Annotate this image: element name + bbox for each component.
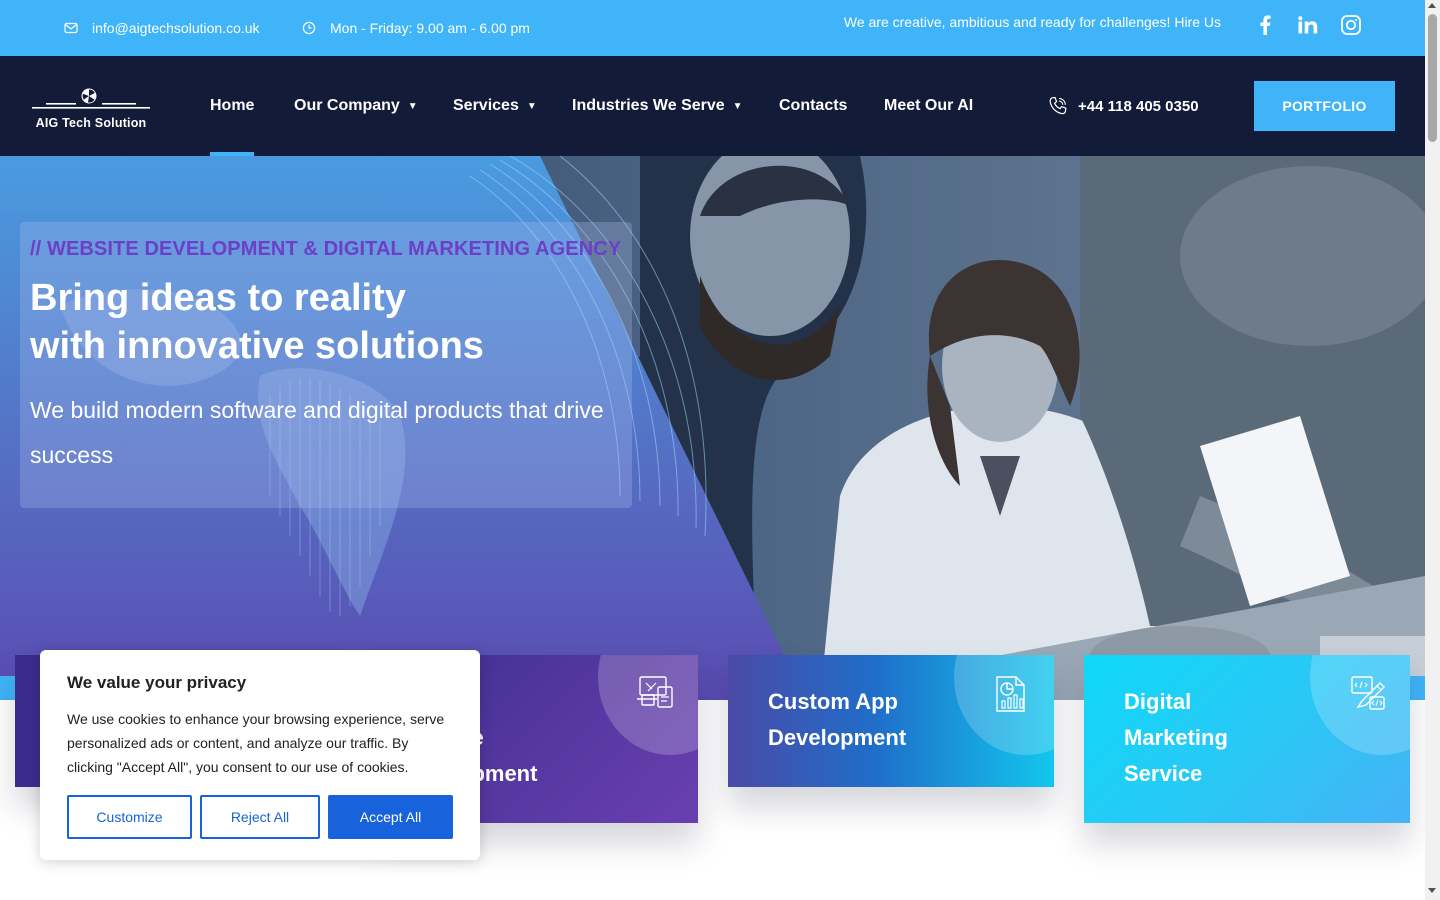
service-card-title-line1: Digital — [1124, 689, 1192, 714]
portfolio-button[interactable]: PORTFOLIO — [1254, 81, 1395, 131]
topbar-hours: Mon - Friday: 9.00 am - 6.00 pm — [302, 0, 530, 56]
nav-services-label: Services — [453, 97, 519, 114]
chevron-down-icon: ▼ — [407, 100, 418, 112]
main-navbar: AIG Tech Solution Home Our Company ▼ Ser… — [0, 56, 1425, 156]
linkedin-icon — [1298, 16, 1318, 34]
hero-title-line1: Bring ideas to reality — [30, 277, 406, 319]
hero-eyebrow: // WEBSITE DEVELOPMENT & DIGITAL MARKETI… — [30, 238, 622, 260]
instagram-icon — [1341, 15, 1361, 35]
page-scrollbar[interactable] — [1425, 0, 1440, 900]
nav-meet-our-ai[interactable]: Meet Our AI — [884, 56, 973, 156]
service-card-title-line2: Development — [768, 725, 907, 750]
phone-icon — [1049, 96, 1067, 115]
nav-industries[interactable]: Industries We Serve ▼ — [572, 56, 743, 156]
nav-our-company[interactable]: Our Company ▼ — [294, 56, 418, 156]
cookie-reject-button[interactable]: Reject All — [200, 795, 320, 839]
topbar-email[interactable]: info@aigtechsolution.co.uk — [64, 0, 260, 56]
hero-subtitle: We build modern software and digital pro… — [30, 397, 604, 468]
nav-phone-number: +44 118 405 0350 — [1078, 97, 1199, 115]
nav-home[interactable]: Home — [210, 56, 254, 156]
service-card-digital-marketing[interactable]: Digital Marketing Service — [1084, 655, 1410, 823]
scroll-up-arrow-icon[interactable] — [1428, 3, 1436, 8]
service-card-title-line2: Marketing — [1124, 725, 1228, 750]
chevron-down-icon: ▼ — [526, 100, 537, 112]
hero-section: // WEBSITE DEVELOPMENT & DIGITAL MARKETI… — [0, 156, 1425, 700]
service-card-title-line1: Custom App — [768, 689, 898, 714]
nav-home-label: Home — [210, 97, 255, 114]
nav-contacts-label: Contacts — [779, 97, 848, 114]
service-card-title: Custom App Development — [768, 684, 906, 756]
service-card-title: Digital Marketing Service — [1124, 684, 1228, 792]
nav-our-company-label: Our Company — [294, 97, 400, 114]
cookie-customize-button[interactable]: Customize — [67, 795, 192, 839]
topbar-hours-text: Mon - Friday: 9.00 am - 6.00 pm — [330, 20, 530, 36]
instagram-link[interactable] — [1338, 12, 1364, 38]
service-card-title-line3: Service — [1124, 761, 1203, 786]
hero-bottom-strip — [0, 676, 16, 700]
top-bar: info@aigtechsolution.co.uk Mon - Friday:… — [0, 0, 1425, 56]
cookie-description: We use cookies to enhance your browsing … — [67, 711, 445, 775]
linkedin-link[interactable] — [1295, 12, 1321, 38]
design-pencil-icon — [1351, 676, 1385, 710]
topbar-tagline-text: We are creative, ambitious and ready for… — [843, 14, 1221, 30]
nav-services[interactable]: Services ▼ — [453, 56, 537, 156]
cookie-title: We value your privacy — [67, 673, 247, 692]
scroll-down-arrow-icon[interactable] — [1428, 888, 1436, 893]
devices-icon — [637, 676, 673, 708]
clock-icon — [302, 21, 316, 35]
mail-icon — [64, 22, 78, 34]
facebook-icon — [1260, 15, 1271, 35]
facebook-link[interactable] — [1252, 12, 1278, 38]
topbar-tagline[interactable]: We are creative, ambitious and ready for… — [844, 0, 1221, 50]
logo-mark-icon — [32, 88, 150, 109]
service-card-custom-app[interactable]: Custom App Development — [728, 655, 1054, 787]
report-chart-icon — [996, 676, 1025, 712]
logo-text: AIG Tech Solution — [35, 116, 147, 130]
nav-contacts[interactable]: Contacts — [779, 56, 847, 156]
chevron-down-icon: ▼ — [732, 100, 743, 112]
scrollbar-thumb[interactable] — [1428, 14, 1437, 142]
cookie-consent-banner: We value your privacy We use cookies to … — [40, 650, 480, 860]
topbar-email-text: info@aigtechsolution.co.uk — [92, 20, 260, 36]
nav-industries-label: Industries We Serve — [572, 97, 725, 114]
nav-phone[interactable]: +44 118 405 0350 — [1048, 56, 1199, 156]
hero-title: Bring ideas to reality with innovative s… — [30, 274, 630, 370]
site-logo[interactable]: AIG Tech Solution — [28, 86, 154, 130]
hero-title-line2: with innovative solutions — [30, 325, 484, 367]
hero-bottom-strip — [1410, 676, 1425, 700]
cookie-accept-button[interactable]: Accept All — [328, 795, 453, 839]
nav-meet-our-ai-label: Meet Our AI — [884, 97, 974, 114]
